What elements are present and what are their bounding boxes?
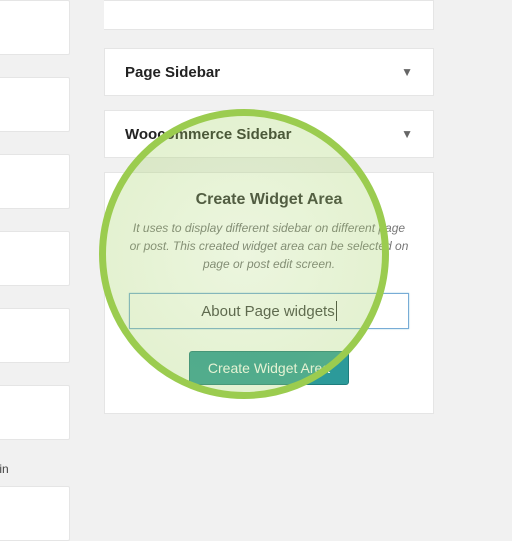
- create-widget-area-panel: Create Widget Area It uses to display di…: [104, 172, 434, 414]
- widget-box[interactable]: [0, 486, 70, 541]
- sidebar-section-page[interactable]: Page Sidebar ▼: [104, 48, 434, 96]
- chevron-down-icon: ▼: [401, 127, 413, 141]
- collapsed-panel-stub: [104, 0, 434, 30]
- panel-description: It uses to display different sidebar on …: [127, 219, 411, 273]
- widget-box[interactable]: [0, 154, 70, 209]
- text-caret: [336, 301, 337, 321]
- create-widget-area-button[interactable]: Create Widget Area: [189, 351, 349, 385]
- input-value: About Page widgets: [201, 303, 334, 320]
- chevron-down-icon: ▼: [401, 65, 413, 79]
- section-title: Woocommerce Sidebar: [125, 126, 291, 143]
- sidebar-section-woocommerce[interactable]: Woocommerce Sidebar ▼: [104, 110, 434, 158]
- widget-box[interactable]: [0, 231, 70, 286]
- widget-box[interactable]: [0, 308, 70, 363]
- main-column: Page Sidebar ▼ Woocommerce Sidebar ▼ Cre…: [104, 0, 434, 414]
- panel-heading: Create Widget Area: [127, 191, 411, 209]
- widget-box[interactable]: [0, 385, 70, 440]
- section-title: Page Sidebar: [125, 64, 220, 81]
- widget-box[interactable]: [0, 77, 70, 132]
- secondary-column: s in: [0, 0, 70, 512]
- widget-box[interactable]: [0, 0, 70, 55]
- partial-text: s in: [0, 462, 70, 476]
- widget-area-name-input[interactable]: About Page widgets: [129, 293, 409, 329]
